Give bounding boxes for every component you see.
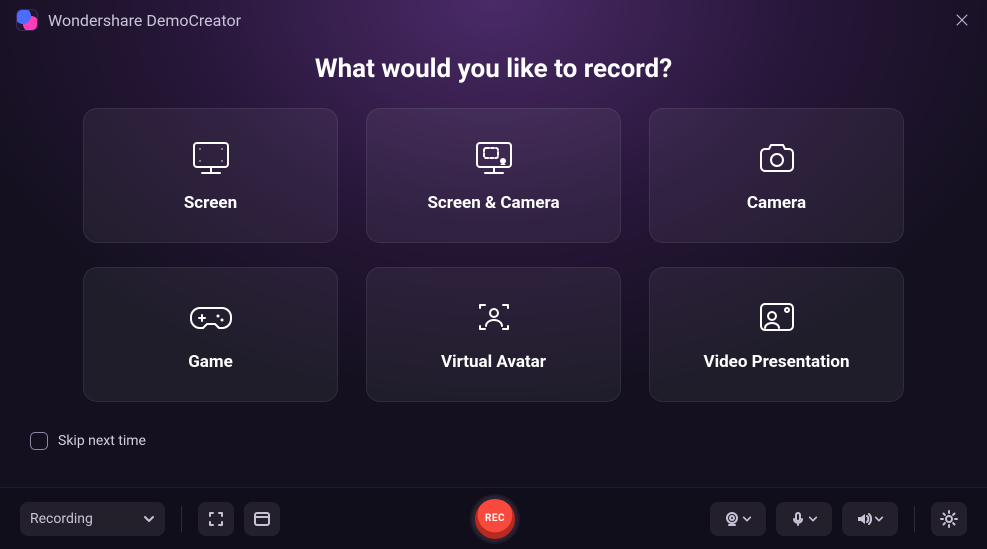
gear-icon — [940, 510, 958, 528]
bottom-toolbar: Recording REC — [0, 487, 987, 549]
chevron-down-icon — [808, 514, 818, 524]
speaker-icon — [856, 511, 872, 527]
record-label: REC — [485, 513, 505, 524]
settings-button[interactable] — [931, 502, 967, 536]
skip-row: Skip next time — [30, 426, 146, 450]
webcam-toggle[interactable] — [710, 502, 766, 536]
divider — [181, 506, 182, 532]
titlebar: Wondershare DemoCreator — [0, 0, 987, 36]
screen-icon — [188, 139, 234, 179]
brand: Wondershare DemoCreator — [16, 9, 241, 31]
record-button[interactable]: REC — [472, 496, 518, 542]
mode-label: Recording — [30, 511, 93, 527]
card-virtual-avatar[interactable]: Virtual Avatar — [366, 267, 621, 402]
speaker-toggle[interactable] — [842, 502, 898, 536]
chevron-down-icon — [742, 514, 752, 524]
capture-area-button[interactable] — [198, 502, 234, 536]
skip-label: Skip next time — [58, 433, 146, 449]
game-icon — [187, 298, 235, 338]
window-icon — [253, 510, 271, 528]
card-screen-camera[interactable]: Screen & Camera — [366, 108, 621, 243]
skip-checkbox[interactable] — [30, 432, 48, 450]
record-mode-grid: Screen Screen & Camera Camera — [83, 108, 904, 402]
card-camera[interactable]: Camera — [649, 108, 904, 243]
close-icon[interactable] — [953, 11, 971, 29]
card-game[interactable]: Game — [83, 267, 338, 402]
main-panel: What would you like to record? Screen — [0, 36, 987, 487]
card-label: Video Presentation — [703, 352, 849, 372]
card-video-presentation[interactable]: Video Presentation — [649, 267, 904, 402]
mode-select[interactable]: Recording — [20, 502, 165, 536]
app-logo-icon — [16, 9, 38, 31]
capture-area-icon — [207, 510, 225, 528]
virtual-avatar-icon — [471, 298, 517, 338]
page-title: What would you like to record? — [315, 54, 672, 84]
app-title: Wondershare DemoCreator — [48, 11, 241, 30]
video-presentation-icon — [754, 298, 800, 338]
card-label: Game — [188, 352, 233, 372]
card-label: Camera — [747, 193, 806, 213]
card-label: Virtual Avatar — [441, 352, 546, 372]
divider — [914, 506, 915, 532]
card-label: Screen — [184, 193, 237, 213]
chevron-down-icon — [874, 514, 884, 524]
mic-icon — [790, 511, 806, 527]
card-label: Screen & Camera — [427, 193, 559, 213]
chevron-down-icon — [143, 513, 155, 525]
screen-camera-icon — [469, 139, 519, 179]
mic-toggle[interactable] — [776, 502, 832, 536]
window-button[interactable] — [244, 502, 280, 536]
card-screen[interactable]: Screen — [83, 108, 338, 243]
camera-icon — [754, 139, 800, 179]
webcam-icon — [724, 511, 740, 527]
